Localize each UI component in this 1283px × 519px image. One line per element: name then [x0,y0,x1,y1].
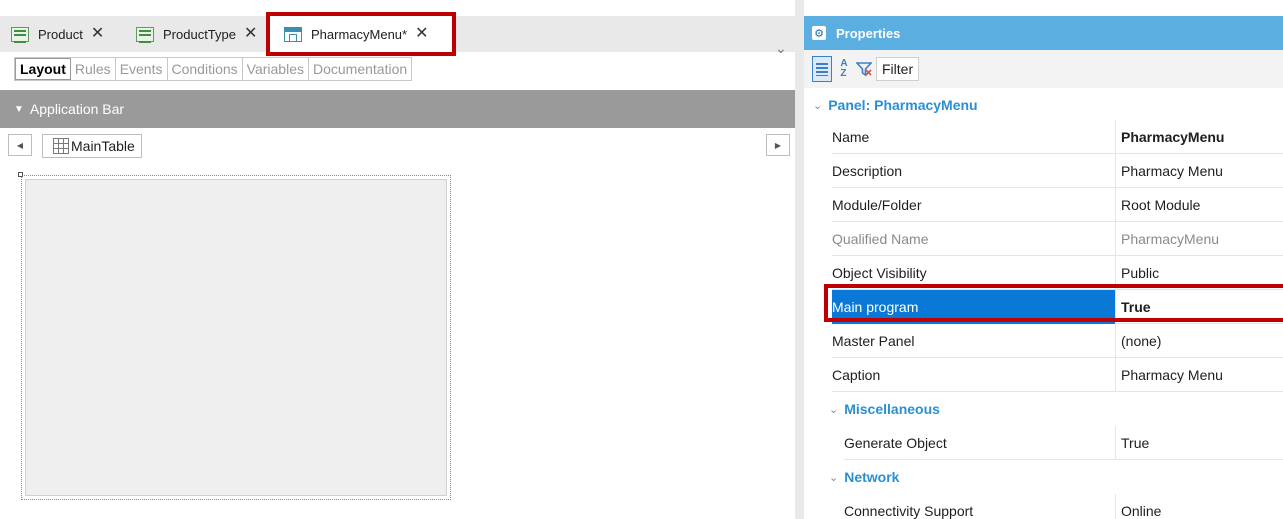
property-name: Caption [832,358,1115,392]
table-icon [53,138,69,154]
sort-az-icon: A Z [840,59,847,79]
application-bar-label: Application Bar [29,101,125,117]
properties-header: ⚙ Properties [804,16,1283,50]
property-name: Connectivity Support [844,494,1115,519]
property-name: Qualified Name [832,222,1115,256]
property-row-master-panel[interactable]: Master Panel (none) [804,324,1283,358]
filter-button[interactable]: Filter [876,57,920,81]
maintable-control[interactable]: MainTable [42,134,142,158]
tab-product[interactable]: Product ✕ [11,16,133,52]
section-network[interactable]: ⌄ Network [804,460,1283,494]
property-row-module-folder[interactable]: Module/Folder Root Module [804,188,1283,222]
gear-icon: ⚙ [812,26,826,40]
property-row-name[interactable]: Name PharmacyMenu [804,120,1283,154]
subtab-events[interactable]: Events [116,58,168,80]
properties-panel: ⚙ Properties A Z Filter ⌄ Panel: Pharmac… [804,0,1283,519]
triangle-right-icon: ▶ [774,140,782,150]
transaction-icon [136,26,154,43]
section-title: Panel: PharmacyMenu [828,97,978,113]
property-name: Description [832,154,1115,188]
properties-toolbar: A Z Filter [804,50,1283,88]
categorized-view-button[interactable] [812,56,832,82]
chevron-down-icon[interactable]: ⌄ [829,471,838,484]
resize-handle[interactable] [18,172,23,177]
maintable-canvas[interactable] [25,179,447,496]
property-value[interactable]: Pharmacy Menu [1115,358,1283,392]
subtab-variables[interactable]: Variables [243,58,309,80]
chevron-down-icon[interactable]: ⌄ [775,40,787,57]
annotation-highlight-main-program [824,284,1283,322]
tab-producttype[interactable]: ProductType ✕ [136,16,268,52]
scroll-left-button[interactable]: ◀ [8,134,32,156]
subtab-rules[interactable]: Rules [71,58,116,80]
property-value[interactable]: True [1115,426,1283,460]
annotation-highlight-tab [266,12,456,56]
sort-alphabetical-button[interactable]: A Z [836,56,852,82]
maintable-label: MainTable [71,138,135,154]
triangle-left-icon: ◀ [16,140,24,150]
chevron-down-icon[interactable]: ⌄ [813,99,822,112]
section-title: Network [844,469,900,485]
tab-label: ProductType [163,26,236,42]
section-miscellaneous[interactable]: ⌄ Miscellaneous [804,392,1283,426]
property-value: PharmacyMenu [1115,222,1283,256]
property-row-caption[interactable]: Caption Pharmacy Menu [804,358,1283,392]
close-icon[interactable]: ✕ [244,26,257,42]
scroll-right-button[interactable]: ▶ [766,134,790,156]
tab-label: Product [38,26,83,42]
property-value[interactable]: Pharmacy Menu [1115,154,1283,188]
sort-az-bottom: Z [840,68,847,79]
property-value[interactable]: (none) [1115,324,1283,358]
caret-down-icon: ▼ [14,103,24,115]
editor-subtabs: Layout Rules Events Conditions Variables… [14,57,413,81]
section-panel[interactable]: ⌄ Panel: PharmacyMenu [804,88,1283,122]
application-bar[interactable]: ▼ Application Bar [0,90,795,128]
transaction-icon [11,26,29,43]
categorized-icon [816,62,828,76]
properties-title: Properties [836,25,901,41]
property-value[interactable]: Online [1115,494,1283,519]
property-name: Master Panel [832,324,1115,358]
layout-editor: Product ✕ ProductType ✕ PharmacyMenu * ✕… [0,0,795,519]
subtab-conditions[interactable]: Conditions [168,58,243,80]
property-row-description[interactable]: Description Pharmacy Menu [804,154,1283,188]
property-name: Module/Folder [832,188,1115,222]
section-title: Miscellaneous [844,401,940,417]
subtab-layout[interactable]: Layout [15,58,71,80]
filter-icon [856,62,872,77]
close-icon[interactable]: ✕ [91,26,104,42]
property-name: Name [832,120,1115,154]
splitter[interactable] [795,0,804,519]
property-row-qualified-name[interactable]: Qualified Name PharmacyMenu [804,222,1283,256]
subtab-documentation[interactable]: Documentation [309,58,411,80]
property-row-generate-object[interactable]: Generate Object True [804,426,1283,460]
property-value[interactable]: PharmacyMenu [1115,120,1283,154]
property-value[interactable]: Root Module [1115,188,1283,222]
chevron-down-icon[interactable]: ⌄ [829,403,838,416]
filter-toggle-button[interactable] [856,56,872,82]
property-row-connectivity-support[interactable]: Connectivity Support Online [804,494,1283,519]
property-name: Generate Object [844,426,1115,460]
